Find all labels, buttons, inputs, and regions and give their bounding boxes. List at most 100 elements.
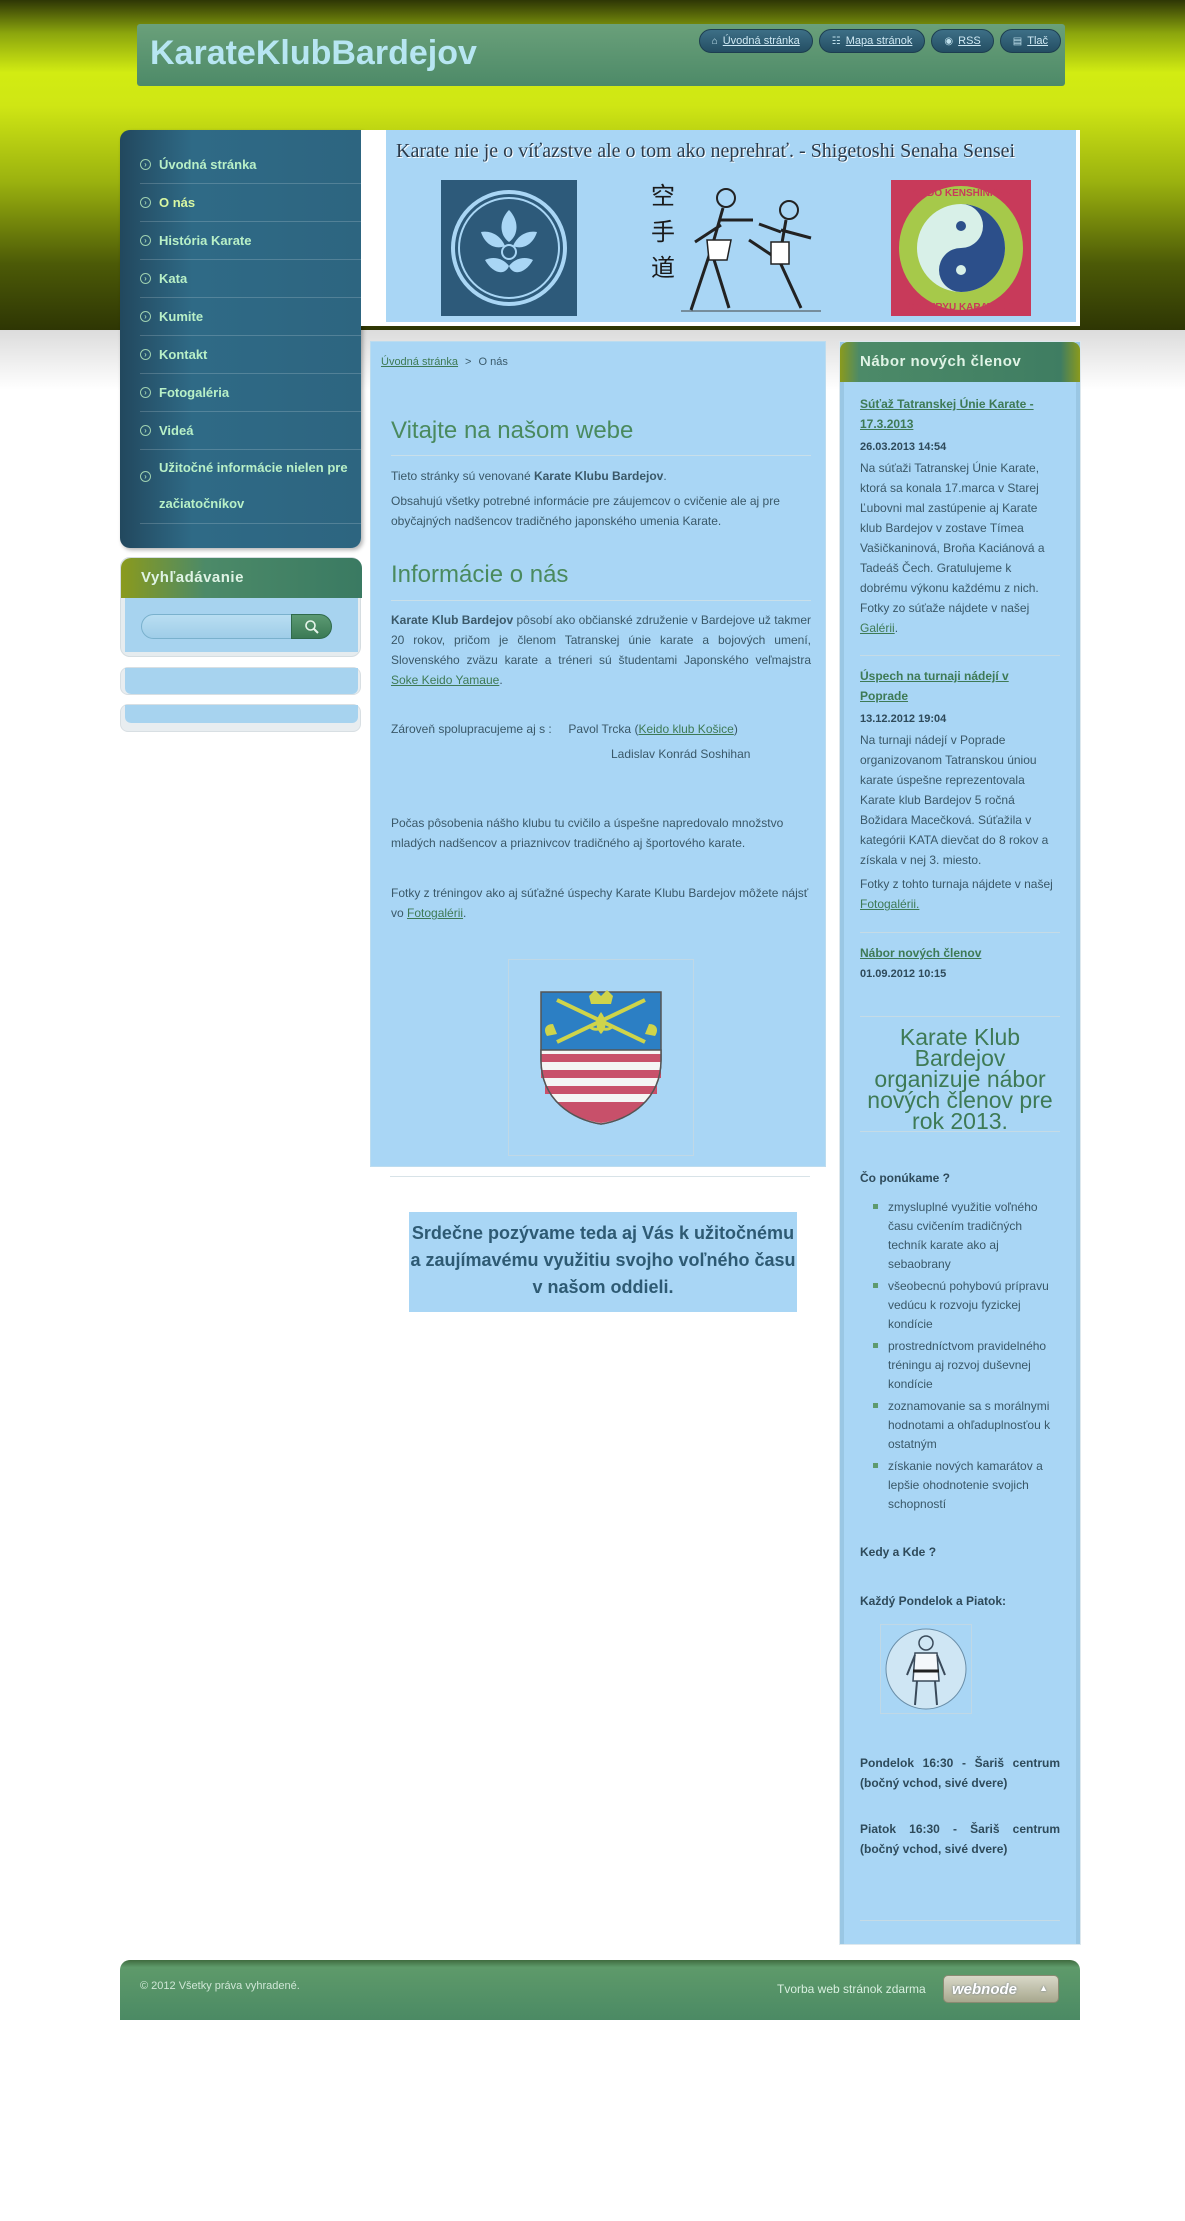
sidebar-item-label: Užitočné informácie nielen pre začiatočn… xyxy=(159,460,348,511)
sidebar-item-label: Fotogaléria xyxy=(159,385,230,400)
top-link-label: Mapa stránok xyxy=(845,35,913,47)
sidebar-item-label: O nás xyxy=(159,195,196,210)
bardejov-coat-of-arms-icon xyxy=(540,990,662,1125)
news-item-link[interactable]: Úspech na turnaji nádejí v Poprade xyxy=(860,669,1009,703)
banner-quote: Karate nie je o víťazstve ale o tom ako … xyxy=(396,140,1016,162)
divider xyxy=(860,1016,1060,1017)
site-header: KarateKlubBardejov ⌂ Úvodná stránka ☷ Ma… xyxy=(137,24,1065,86)
breadcrumb-home-link[interactable]: Úvodná stránka xyxy=(381,356,458,368)
welcome-heading: Vitajte na našom webe xyxy=(391,417,634,444)
karate-student-image xyxy=(880,1624,972,1714)
footer-made-by[interactable]: Tvorba web stránok zdarma xyxy=(777,1982,926,1996)
arrow-circle-icon: › xyxy=(140,235,151,246)
divider xyxy=(860,1920,1060,1921)
news-item-link[interactable]: Nábor nových členov xyxy=(860,946,981,960)
soke-keido-link[interactable]: Soke Keido Yamaue xyxy=(391,673,499,687)
offer-list: zmysluplné využitie voľného času cvičení… xyxy=(868,1198,1060,1517)
keido-klub-kosice-link[interactable]: Keido klub Košice xyxy=(638,722,733,736)
about-heading: Informácie o nás xyxy=(391,561,569,588)
divider xyxy=(860,655,1060,656)
news-item-text: Na súťaži Tatranskej Únie Karate, ktorá … xyxy=(860,461,1045,635)
webnode-button[interactable]: webnode ▲ xyxy=(943,1975,1059,2003)
news-title: Nábor nových členov xyxy=(860,353,1022,370)
recruitment-headline: Karate Klub Bardejov organizuje nábor no… xyxy=(867,1024,1053,1134)
news-item-link[interactable]: Súťaž Tatranskej Únie Karate - 17.3.2013 xyxy=(860,397,1034,431)
news-item-text-2: Fotky z tohto turnaja nájdete v našej Fo… xyxy=(860,877,1053,911)
list-item: prostredníctvom pravidelného tréningu aj… xyxy=(868,1337,1060,1394)
sidebar-item-label: Kumite xyxy=(159,309,204,324)
sidebar-item-kumite[interactable]: › Kumite xyxy=(140,298,361,336)
top-link-home[interactable]: ⌂ Úvodná stránka xyxy=(698,29,813,53)
top-links: ⌂ Úvodná stránka ☷ Mapa stránok ◉ RSS ▤ … xyxy=(698,29,1061,53)
sidebar-item-label: Úvodná stránka xyxy=(159,157,257,172)
karate-student-icon xyxy=(885,1628,967,1710)
cooperation-line-2: Ladislav Konrád Soshihan xyxy=(611,747,751,761)
when-days: Každý Pondelok a Piatok: xyxy=(860,1594,1007,1608)
schedule-item: Pondelok 16:30 - Šariš centrum (bočný vc… xyxy=(860,1756,1060,1790)
top-link-rss[interactable]: ◉ RSS xyxy=(931,29,994,53)
top-link-label: RSS xyxy=(958,35,981,47)
coat-of-arms-frame xyxy=(508,959,694,1156)
about-paragraph: Karate Klub Bardejov pôsobí ako občiansk… xyxy=(391,613,811,687)
divider xyxy=(391,455,811,456)
sidebar-item-kata[interactable]: › Kata xyxy=(140,260,361,298)
sidebar-item-videos[interactable]: › Videá xyxy=(140,412,361,450)
news-header: Nábor nových členov xyxy=(840,342,1080,382)
list-item: zmysluplné využitie voľného času cvičení… xyxy=(868,1198,1060,1274)
news-item-title: Nábor nových členov xyxy=(860,943,1060,963)
sidebar-item-gallery[interactable]: › Fotogaléria xyxy=(140,374,361,412)
search-icon xyxy=(304,619,319,634)
arrow-circle-icon: › xyxy=(140,197,151,208)
arrow-circle-icon: › xyxy=(140,311,151,322)
galeria-link[interactable]: Galérii xyxy=(860,621,895,635)
news-item-title: Súťaž Tatranskej Únie Karate - 17.3.2013 xyxy=(860,394,1060,434)
search-title: Vyhľadávanie xyxy=(141,569,244,586)
sidebar-menu: › Úvodná stránka › O nás › História Karate … xyxy=(120,130,361,548)
news-item-date: 01.09.2012 10:15 xyxy=(860,968,947,980)
search-panel: Vyhľadávanie xyxy=(120,557,362,657)
schedule-item: Piatok 16:30 - Šariš centrum (bočný vcho… xyxy=(860,1822,1060,1856)
sidebar-item-about[interactable]: › O nás xyxy=(140,184,361,222)
news-item-title: Úspech na turnaji nádejí v Poprade xyxy=(860,666,1060,706)
fotogaleria-link[interactable]: Fotogalérii. xyxy=(860,897,919,911)
rss-icon: ◉ xyxy=(944,35,954,47)
sidebar-strip xyxy=(120,667,361,695)
footer-copyright: © 2012 Všetky práva vyhradené. xyxy=(140,1980,300,1992)
arrow-up-icon: ▲ xyxy=(1039,1983,1048,1993)
welcome-paragraph-1: Tieto stránky sú venované Karate Klubu B… xyxy=(391,469,667,483)
top-link-print[interactable]: ▤ Tlač xyxy=(999,29,1061,53)
sidebar-item-label: Kontakt xyxy=(159,347,208,362)
banner: Karate nie je o víťazstve ale o tom ako … xyxy=(386,130,1076,322)
main-content: Úvodná stránka > O nás Vitajte na našom we… xyxy=(370,341,826,1167)
arrow-circle-icon: › xyxy=(140,349,151,360)
search-button[interactable] xyxy=(291,614,332,639)
news-item-date: 13.12.2012 19:04 xyxy=(860,713,947,725)
badge-text: KEIDO KENSHINKAN xyxy=(910,188,1011,199)
top-link-label: Tlač xyxy=(1027,35,1048,47)
sidebar-item-info[interactable]: › Užitočné informácie nielen pre začiatoč… xyxy=(140,450,361,524)
sidebar-item-label: Videá xyxy=(159,423,194,438)
list-item: získanie nových kamarátov a lepšie ohodn… xyxy=(868,1457,1060,1514)
sidebar-item-contact[interactable]: › Kontakt xyxy=(140,336,361,374)
top-link-sitemap[interactable]: ☷ Mapa stránok xyxy=(818,29,926,53)
invitation-box: Srdečne pozývame teda aj Vás k užitočném… xyxy=(409,1212,797,1312)
offer-title: Čo ponúkame ? xyxy=(860,1171,951,1185)
arrow-circle-icon: › xyxy=(140,159,151,170)
sidebar-item-history[interactable]: › História Karate xyxy=(140,222,361,260)
print-icon: ▤ xyxy=(1012,35,1023,47)
when-title: Kedy a Kde ? xyxy=(860,1545,937,1559)
list-item: všeobecnú pohybovú prípravu vedúcu k roz… xyxy=(868,1277,1060,1334)
search-header: Vyhľadávanie xyxy=(121,558,362,598)
karate-fighters-icon xyxy=(681,188,821,312)
arrow-circle-icon: › xyxy=(140,387,151,398)
search-input[interactable] xyxy=(141,614,296,639)
sidebar-item-home[interactable]: › Úvodná stránka xyxy=(140,146,361,184)
progress-paragraph: Počas pôsobenia nášho klubu tu cvičilo a… xyxy=(391,816,784,850)
fotogaleria-link[interactable]: Fotogalérii xyxy=(407,906,463,920)
keido-kenshinkan-badge-icon: KEIDO KENSHINKAN GOJURYU KARATEDO xyxy=(891,180,1031,316)
welcome-paragraph-2: Obsahujú všetky potrebné informácie pre … xyxy=(391,494,780,528)
sidebar-item-label: Kata xyxy=(159,271,188,286)
photos-paragraph: Fotky z tréningov ako aj súťažné úspechy… xyxy=(391,886,809,920)
site-title[interactable]: KarateKlubBardejov xyxy=(150,34,477,73)
footer: © 2012 Všetky práva vyhradené. Tvorba we… xyxy=(120,1960,1080,2020)
